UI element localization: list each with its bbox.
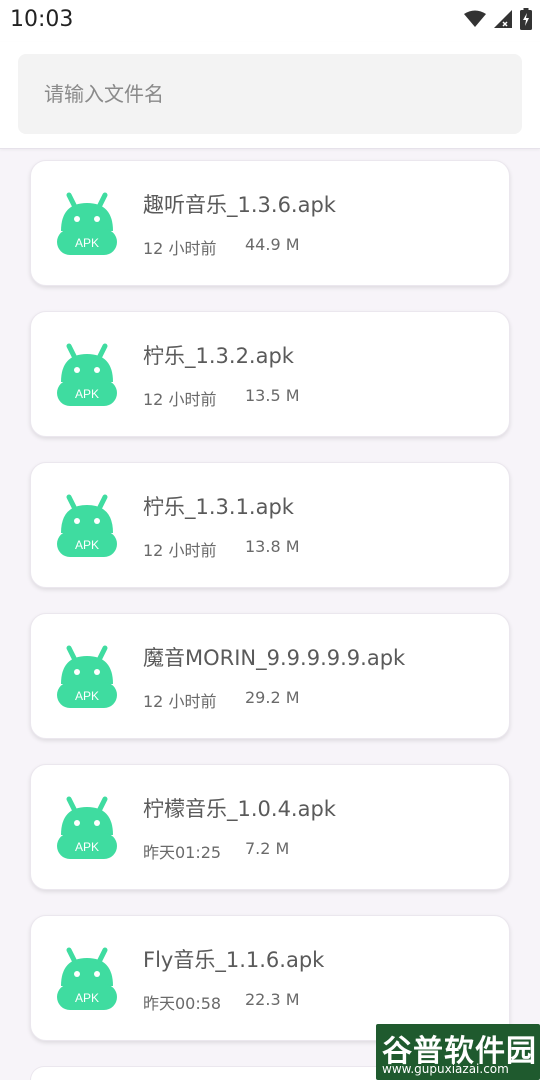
battery-icon <box>520 8 532 34</box>
file-meta: 昨天00:58 22.3 M <box>143 990 300 1014</box>
file-item[interactable]: APK Fly音乐_1.1.6.apk 昨天00:58 22.3 M <box>30 915 510 1041</box>
watermark-logo: 谷普软件园 www.gupuxiazai.com <box>376 1024 540 1080</box>
file-size: 13.5 M <box>245 386 300 405</box>
file-name: Fly音乐_1.1.6.apk <box>143 948 325 972</box>
svg-text:APK: APK <box>75 236 99 250</box>
status-bar: 10:03 <box>0 0 540 42</box>
file-item[interactable]: APK 柠檬音乐_1.0.4.apk 昨天01:25 7.2 M <box>30 764 510 890</box>
svg-text:APK: APK <box>75 538 99 552</box>
file-item[interactable]: APK 柠乐_1.3.1.apk 12 小时前 13.8 M <box>30 462 510 588</box>
status-icons <box>464 8 532 34</box>
search-box[interactable] <box>18 54 522 134</box>
svg-text:APK: APK <box>75 689 99 703</box>
search-header <box>0 42 540 149</box>
apk-icon: APK <box>57 795 117 861</box>
apk-icon: APK <box>57 342 117 408</box>
apk-icon: APK <box>57 946 117 1012</box>
file-item[interactable]: APK 趣听音乐_1.3.6.apk 12 小时前 44.9 M <box>30 160 510 286</box>
status-time: 10:03 <box>10 7 74 32</box>
file-time: 12 小时前 <box>143 692 217 711</box>
file-time: 12 小时前 <box>143 239 217 258</box>
file-size: 13.8 M <box>245 537 300 556</box>
cellular-signal-icon <box>494 10 512 32</box>
file-name: 柠檬音乐_1.0.4.apk <box>143 797 336 821</box>
file-meta: 12 小时前 13.5 M <box>143 386 300 410</box>
file-time: 昨天00:58 <box>143 994 222 1013</box>
file-meta: 昨天01:25 7.2 M <box>143 839 289 863</box>
file-name: 柠乐_1.3.1.apk <box>143 495 294 519</box>
svg-text:APK: APK <box>75 991 99 1005</box>
file-size: 22.3 M <box>245 990 300 1009</box>
file-time: 12 小时前 <box>143 390 217 409</box>
file-size: 7.2 M <box>245 839 290 858</box>
apk-icon: APK <box>57 644 117 710</box>
file-time: 昨天01:25 <box>143 843 222 862</box>
file-item[interactable]: APK 魔音MORIN_9.9.9.9.9.apk 12 小时前 29.2 M <box>30 613 510 739</box>
apk-icon: APK <box>57 191 117 257</box>
wifi-icon <box>464 10 486 32</box>
search-input[interactable] <box>42 81 506 107</box>
file-name: 趣听音乐_1.3.6.apk <box>143 193 336 217</box>
file-size: 29.2 M <box>245 688 300 707</box>
svg-text:APK: APK <box>75 387 99 401</box>
file-meta: 12 小时前 13.8 M <box>143 537 300 561</box>
file-meta: 12 小时前 29.2 M <box>143 688 300 712</box>
file-time: 12 小时前 <box>143 541 217 560</box>
watermark-url: www.gupuxiazai.com <box>382 1062 509 1076</box>
file-item[interactable]: APK 柠乐_1.3.2.apk 12 小时前 13.5 M <box>30 311 510 437</box>
apk-icon: APK <box>57 493 117 559</box>
file-meta: 12 小时前 44.9 M <box>143 235 300 259</box>
file-name: 魔音MORIN_9.9.9.9.9.apk <box>143 646 406 670</box>
svg-text:APK: APK <box>75 840 99 854</box>
file-size: 44.9 M <box>245 235 300 254</box>
file-name: 柠乐_1.3.2.apk <box>143 344 294 368</box>
